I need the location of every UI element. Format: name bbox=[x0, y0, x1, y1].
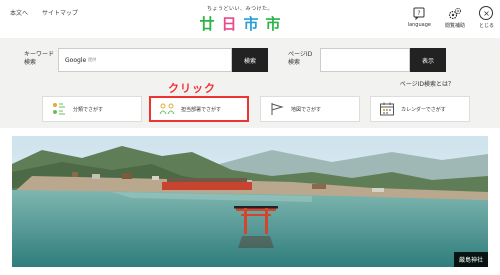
calendar-icon bbox=[379, 102, 395, 116]
photo-caption: 厳島神社 bbox=[453, 252, 488, 267]
page-id-search-label: ページID 検索 bbox=[288, 51, 313, 66]
logo-char: 日 bbox=[221, 14, 237, 33]
logo-char: 市 bbox=[243, 14, 259, 33]
map-label: 地図でさがす bbox=[291, 106, 322, 113]
language-icon: ? bbox=[412, 6, 426, 20]
close-menu-label: とじる bbox=[478, 23, 494, 29]
logo-mark: 廿 日 市 市 bbox=[180, 15, 300, 33]
language-label: language bbox=[407, 22, 431, 28]
top-nav: 本文へ サイトマップ bbox=[10, 8, 78, 17]
svg-text:?: ? bbox=[418, 10, 421, 17]
google-logo: Google bbox=[65, 56, 87, 64]
language-button[interactable]: ? language bbox=[408, 6, 431, 28]
logo-char: 廿 bbox=[199, 14, 215, 33]
hero-photo: 厳島神社 bbox=[12, 136, 488, 267]
department-label: 担当部署でさがす bbox=[181, 106, 222, 113]
itsukushima-scene bbox=[12, 136, 488, 267]
page-id-input[interactable] bbox=[320, 48, 410, 72]
page-id-show-button[interactable]: 表示 bbox=[410, 48, 446, 72]
keyword-search-button[interactable]: 検索 bbox=[232, 48, 268, 72]
close-menu-button[interactable]: × とじる bbox=[479, 6, 494, 29]
gear-icon bbox=[448, 6, 462, 20]
calendar-label: カレンダーでさがす bbox=[401, 106, 446, 113]
keyword-search-input[interactable]: Google 提供 bbox=[58, 48, 232, 72]
map-flag-icon bbox=[269, 102, 285, 116]
department-icon bbox=[159, 102, 175, 116]
search-by-calendar-button[interactable]: カレンダーでさがす bbox=[370, 96, 470, 122]
search-by-department-button[interactable]: 担当部署でさがす bbox=[149, 96, 249, 122]
google-provided-label: 提供 bbox=[88, 57, 97, 62]
accessibility-button[interactable]: 閲覧補助 bbox=[445, 6, 465, 29]
page-id-help-link[interactable]: ページID検索とは？ bbox=[400, 79, 454, 88]
tagline: ちょうどいい、みつけた。 bbox=[206, 6, 273, 12]
search-by-map-button[interactable]: 地図でさがす bbox=[260, 96, 360, 122]
site-logo[interactable]: ちょうどいい、みつけた。 廿 日 市 市 bbox=[180, 5, 300, 33]
accessibility-label: 閲覧補助 bbox=[444, 23, 465, 29]
logo-char: 市 bbox=[265, 14, 281, 33]
category-label: 分類でさがす bbox=[73, 106, 104, 113]
utility-nav: ? language 閲覧補助 × とじる bbox=[408, 6, 494, 29]
search-by-category-button[interactable]: 分類でさがす bbox=[42, 96, 142, 122]
click-annotation: クリック bbox=[168, 82, 216, 95]
close-icon: × bbox=[479, 6, 494, 20]
sitemap-link[interactable]: サイトマップ bbox=[42, 8, 78, 17]
category-icon bbox=[51, 102, 67, 116]
keyword-search-label: キーワード 検索 bbox=[24, 51, 55, 66]
skip-to-content-link[interactable]: 本文へ bbox=[10, 8, 28, 17]
